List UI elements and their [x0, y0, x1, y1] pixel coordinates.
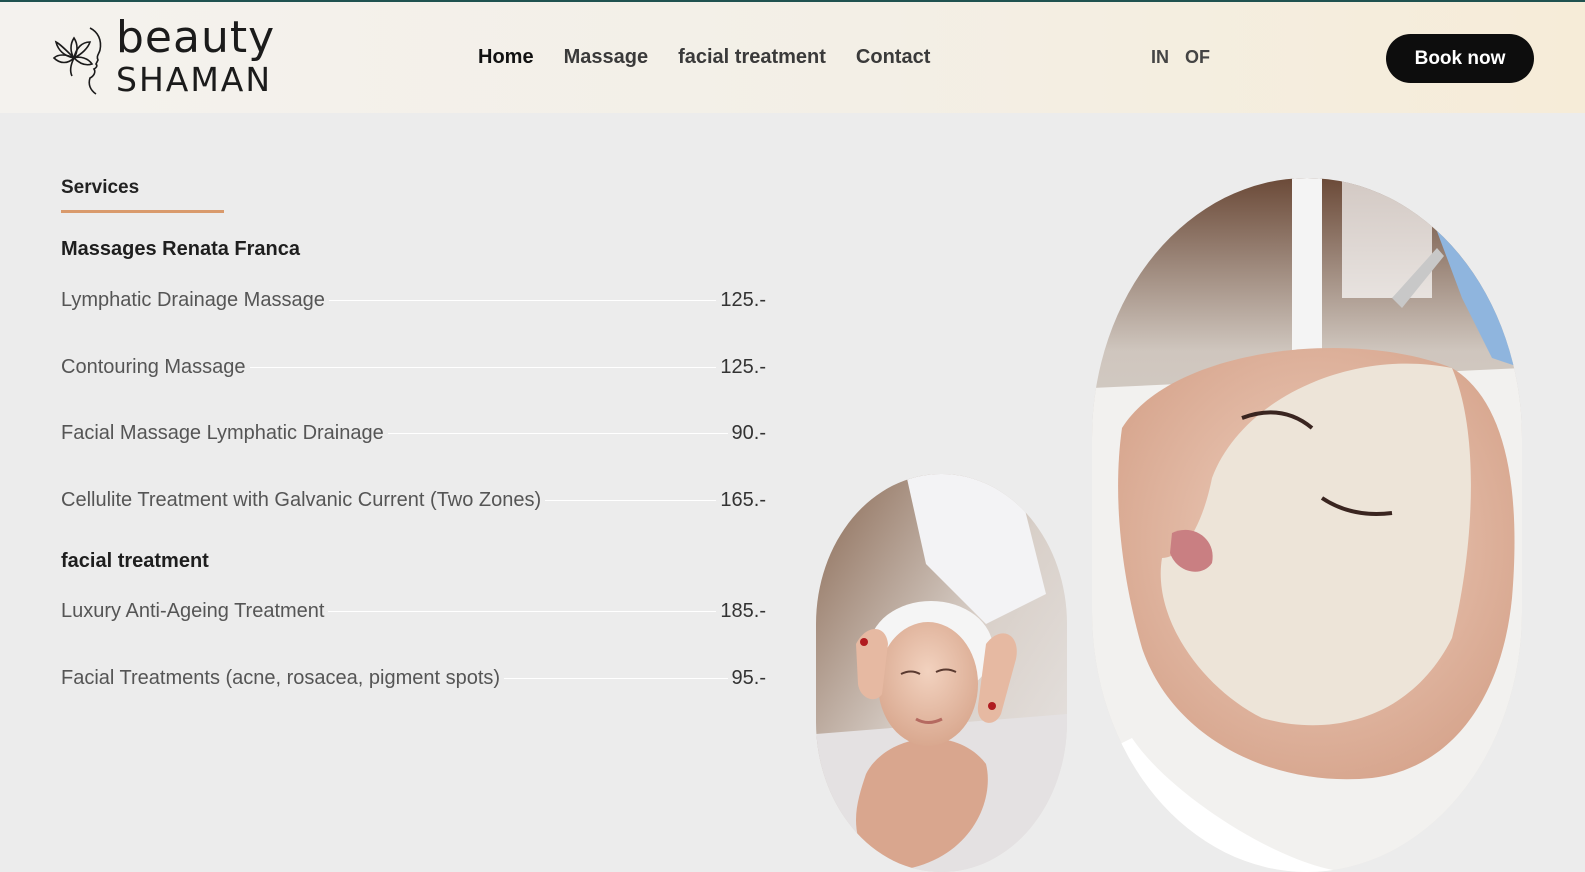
service-name: Luxury Anti-Ageing Treatment [61, 599, 325, 622]
site-header: beauty SHAMAN Home Massage facial treatm… [0, 2, 1585, 113]
category-title-massages: Massages Renata Franca [61, 238, 301, 260]
logo[interactable]: beauty SHAMAN [52, 16, 302, 100]
main-nav: Home Massage facial treatment Contact [478, 46, 930, 69]
service-price: 165.- [720, 488, 766, 511]
service-name: Lymphatic Drainage Massage [61, 288, 325, 311]
lang-option-in[interactable]: IN [1151, 47, 1169, 68]
service-name: Cellulite Treatment with Galvanic Curren… [61, 488, 542, 511]
price-row: Lymphatic Drainage Massage 125.- [61, 287, 766, 313]
nav-contact[interactable]: Contact [856, 46, 930, 69]
leader-line [328, 299, 717, 301]
lotus-face-logo-icon [52, 27, 102, 95]
price-row: Contouring Massage 125.- [61, 354, 766, 380]
service-price: 185.- [720, 599, 766, 622]
language-switcher: IN OF [1151, 47, 1210, 68]
service-price: 90.- [731, 421, 766, 444]
leader-line [387, 432, 728, 434]
book-now-button[interactable]: Book now [1386, 34, 1534, 83]
logo-text-shaman: SHAMAN [116, 60, 273, 99]
services-tab[interactable]: Services [61, 177, 139, 199]
price-row: Facial Massage Lymphatic Drainage 90.- [61, 420, 766, 446]
category-title-facial: facial treatment [61, 550, 209, 572]
logo-text-beauty: beauty [116, 12, 276, 63]
service-price: 125.- [720, 355, 766, 378]
nav-massage[interactable]: Massage [564, 46, 649, 69]
leader-line [504, 677, 728, 679]
nav-facial-treatment[interactable]: facial treatment [678, 46, 826, 69]
service-name: Facial Treatments (acne, rosacea, pigmen… [61, 666, 501, 689]
price-row: Facial Treatments (acne, rosacea, pigmen… [61, 665, 766, 691]
leader-line [249, 366, 717, 368]
service-name: Contouring Massage [61, 355, 246, 378]
price-row: Luxury Anti-Ageing Treatment 185.- [61, 598, 766, 624]
service-price: 125.- [720, 288, 766, 311]
leader-line [328, 610, 717, 612]
service-price: 95.- [731, 666, 766, 689]
leader-line [545, 499, 717, 501]
facial-massage-photo [816, 474, 1067, 872]
face-mask-photo [1092, 178, 1522, 872]
price-row: Cellulite Treatment with Galvanic Curren… [61, 487, 766, 513]
lang-option-of[interactable]: OF [1185, 47, 1210, 68]
service-name: Facial Massage Lymphatic Drainage [61, 421, 384, 444]
nav-home[interactable]: Home [478, 46, 534, 69]
services-tab-underline [61, 210, 224, 213]
